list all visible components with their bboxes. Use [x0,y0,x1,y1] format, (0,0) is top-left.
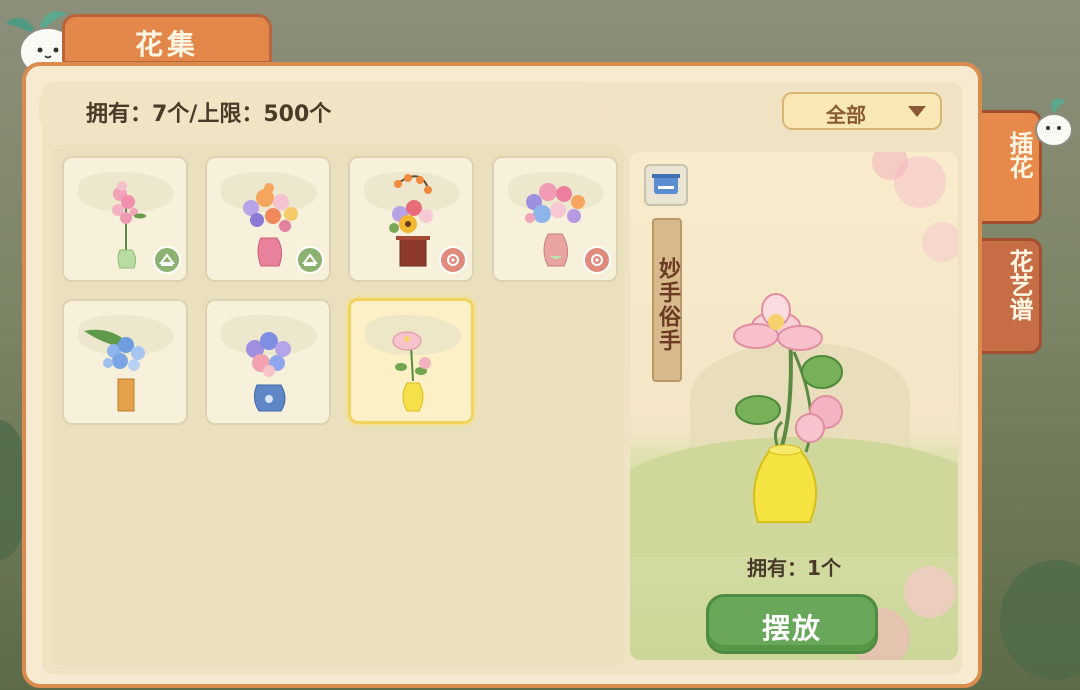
place-button-label: 摆放 [761,612,822,645]
lotus-arrangement-preview-icon [733,293,843,523]
grade-badge-green-icon [153,246,181,274]
hydrangea-blue-vase-icon [246,332,291,412]
bouquet-cell[interactable] [62,299,188,425]
filter-dropdown[interactable]: 全部 [782,92,942,130]
title-tab: 花集 [62,14,272,64]
bouquet-cell[interactable] [348,156,474,282]
blue-leaf-bouquet-icon [84,329,145,412]
bouquet-cell[interactable] [205,156,331,282]
arrangement-title-scroll: 妙手俗手 [652,218,682,382]
grade-badge-green-icon [296,246,324,274]
owned-count-text: 拥有：1个 [747,556,841,580]
tab-flower-art-book-label: 花艺谱 [1005,249,1033,321]
bouquet-cell[interactable] [492,156,618,282]
place-button[interactable]: 摆放 [706,594,878,654]
page-title: 花集 [134,28,199,61]
grade-badge-red-icon [439,246,467,274]
bouquet-cell[interactable] [205,299,331,425]
filter-dropdown-label: 全部 [826,103,866,127]
triangle-down-icon [908,106,926,117]
bouquet-cell[interactable] [62,156,188,282]
radish-mascot-icon [1035,98,1073,147]
grade-badge-red-icon [583,246,611,274]
capacity-text: 拥有：7个/上限：500个 [86,102,332,127]
quality-marker-icon [644,164,688,206]
bouquet-cell-selected[interactable] [348,298,474,424]
lotus-yellow-vase-icon [392,331,431,412]
tab-flower-art-book[interactable]: 花艺谱 [982,238,1042,354]
